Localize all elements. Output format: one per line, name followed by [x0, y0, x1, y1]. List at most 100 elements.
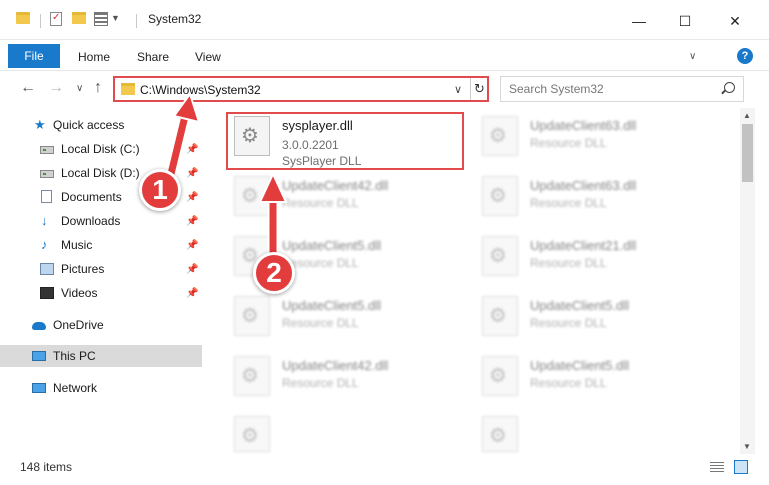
download-icon: ↓	[41, 213, 48, 228]
sidebar-item-music[interactable]: ♪ Music 📌	[0, 234, 202, 256]
file-description: Resource DLL	[282, 196, 359, 210]
file-item[interactable]: UpdateClient5.dll Resource DLL	[228, 292, 468, 350]
file-description: Resource DLL	[282, 316, 359, 330]
scrollbar-thumb[interactable]	[742, 124, 753, 182]
file-description: Resource DLL	[530, 136, 607, 150]
tab-share[interactable]: Share	[137, 50, 169, 64]
tab-file[interactable]: File	[8, 44, 60, 68]
new-folder-icon[interactable]	[72, 12, 86, 24]
star-icon: ★	[34, 117, 46, 132]
minimize-button[interactable]: —	[616, 8, 662, 34]
dll-file-icon	[482, 176, 518, 216]
close-button[interactable]: ✕	[712, 8, 758, 34]
pin-icon[interactable]: 📌	[186, 144, 198, 155]
file-name: UpdateClient5.dll	[282, 298, 382, 313]
step-1-marker: 1	[139, 169, 181, 211]
file-item[interactable]: UpdateClient63.dll Resource DLL	[476, 172, 716, 230]
dll-file-icon	[482, 356, 518, 396]
status-bar: 148 items	[0, 454, 769, 485]
pin-icon[interactable]: 📌	[186, 240, 198, 251]
drive-icon	[40, 170, 54, 178]
sidebar-item-label: This PC	[53, 349, 96, 363]
file-item[interactable]	[476, 412, 716, 452]
item-count: 148 items	[20, 460, 73, 474]
toolbar-separator	[136, 14, 137, 28]
documents-icon	[41, 190, 52, 203]
properties-icon[interactable]	[50, 12, 62, 26]
view-options-icon[interactable]	[94, 12, 108, 26]
refresh-icon[interactable]: ↻	[474, 81, 485, 97]
sidebar-item-local-disk-c[interactable]: Local Disk (C:) 📌	[0, 138, 202, 160]
videos-icon	[40, 287, 54, 299]
pin-icon[interactable]: 📌	[186, 264, 198, 275]
file-description: Resource DLL	[530, 316, 607, 330]
music-icon: ♪	[41, 237, 48, 252]
window-title: System32	[148, 12, 202, 26]
pictures-icon	[40, 263, 54, 275]
file-item[interactable]: UpdateClient5.dll Resource DLL	[476, 352, 716, 410]
pin-icon[interactable]: 📌	[186, 288, 198, 299]
sidebar-item-network[interactable]: Network	[0, 377, 202, 399]
search-icon[interactable]	[724, 82, 735, 93]
sidebar-item-label: Videos	[61, 286, 98, 300]
file-description: Resource DLL	[282, 376, 359, 390]
sidebar-item-onedrive[interactable]: OneDrive	[0, 314, 202, 336]
sidebar-item-label: Network	[53, 381, 98, 395]
dll-file-icon	[482, 296, 518, 336]
chevron-down-icon[interactable]: ∨	[454, 83, 462, 96]
toolbar-separator	[40, 14, 41, 28]
dll-file-icon	[234, 296, 270, 336]
file-name: UpdateClient21.dll	[530, 238, 637, 253]
file-name: UpdateClient42.dll	[282, 178, 389, 193]
customize-toolbar-dropdown-icon[interactable]: ▼	[111, 13, 120, 23]
sidebar-item-downloads[interactable]: ↓ Downloads 📌	[0, 210, 202, 232]
recent-locations-icon[interactable]: ∨	[76, 83, 83, 94]
file-item[interactable]: UpdateClient5.dll Resource DLL	[476, 292, 716, 350]
file-description: Resource DLL	[530, 256, 607, 270]
details-view-icon[interactable]	[710, 462, 724, 472]
file-item[interactable]: UpdateClient42.dll Resource DLL	[228, 172, 468, 230]
search-input[interactable]: Search System32	[509, 82, 604, 96]
file-item[interactable]: UpdateClient42.dll Resource DLL	[228, 352, 468, 410]
address-path[interactable]: C:\Windows\System32	[140, 83, 261, 97]
dll-file-icon	[482, 416, 518, 452]
sidebar-item-label: Music	[61, 238, 93, 252]
search-box[interactable]: Search System32	[500, 76, 744, 102]
pin-icon[interactable]: 📌	[186, 168, 198, 179]
help-icon[interactable]: ?	[737, 48, 753, 64]
sidebar-item-this-pc[interactable]: This PC	[0, 345, 202, 367]
tab-view[interactable]: View	[195, 50, 221, 64]
sidebar-item-label: Pictures	[61, 262, 105, 276]
maximize-button[interactable]: ☐	[662, 8, 708, 34]
forward-arrow-icon[interactable]: →	[48, 79, 64, 97]
pin-icon[interactable]: 📌	[186, 216, 198, 227]
file-item[interactable]: UpdateClient63.dll Resource DLL	[476, 112, 716, 170]
sidebar-item-videos[interactable]: Videos 📌	[0, 282, 202, 304]
address-separator	[470, 78, 471, 100]
scroll-down-icon[interactable]: ▼	[743, 442, 751, 451]
large-icons-view-icon[interactable]	[734, 460, 748, 474]
pin-icon[interactable]: 📌	[186, 192, 198, 203]
dll-file-icon	[234, 176, 270, 216]
highlight-box	[226, 112, 464, 170]
scroll-up-icon[interactable]: ▲	[743, 111, 751, 120]
vertical-scrollbar[interactable]: ▲ ▼	[740, 108, 755, 454]
file-item[interactable]: UpdateClient21.dll Resource DLL	[476, 232, 716, 290]
back-arrow-icon[interactable]: ←	[20, 79, 36, 97]
up-arrow-icon[interactable]: ↑	[94, 79, 102, 97]
cloud-icon	[32, 322, 46, 330]
file-name: UpdateClient42.dll	[282, 358, 389, 373]
navigation-bar: ← → ∨ ↑ C:\Windows\System32 ∨ ↻ Search S…	[0, 70, 769, 106]
folder-icon[interactable]	[16, 12, 30, 24]
tab-home[interactable]: Home	[78, 50, 110, 64]
expand-ribbon-icon[interactable]: ∨	[689, 51, 696, 62]
address-bar[interactable]: C:\Windows\System32 ∨ ↻	[113, 76, 489, 102]
drive-icon	[40, 146, 54, 154]
sidebar-item-label: Downloads	[61, 214, 121, 228]
file-item[interactable]	[228, 412, 468, 452]
sidebar-item-label: Local Disk (D:)	[61, 166, 140, 180]
sidebar-item-quick-access[interactable]: ★ Quick access	[0, 114, 202, 136]
sidebar-item-pictures[interactable]: Pictures 📌	[0, 258, 202, 280]
file-name: UpdateClient5.dll	[282, 238, 382, 253]
dll-file-icon	[234, 416, 270, 452]
